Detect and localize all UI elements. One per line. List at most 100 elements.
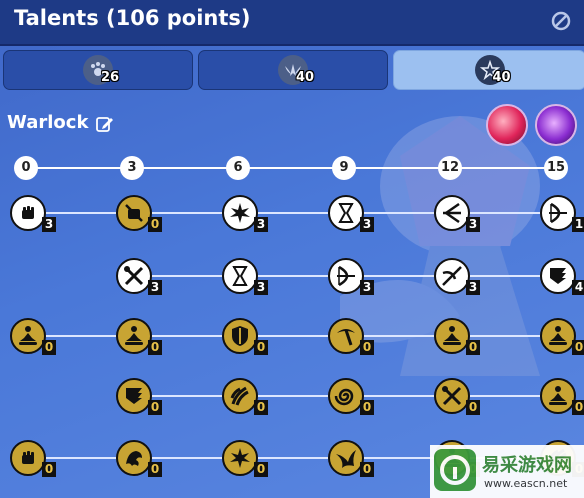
hourglass-icon bbox=[328, 195, 364, 231]
talent-connector bbox=[362, 395, 434, 397]
talent-node[interactable]: 4 bbox=[540, 258, 584, 295]
talent-connector bbox=[44, 212, 116, 214]
talent-node[interactable]: 0 bbox=[116, 440, 162, 477]
tier-line bbox=[30, 167, 560, 169]
talent-node[interactable]: 3 bbox=[434, 195, 480, 232]
talent-connector bbox=[256, 275, 328, 277]
talent-connector bbox=[468, 395, 540, 397]
talent-rank: 0 bbox=[254, 462, 268, 477]
swirl-icon bbox=[328, 378, 364, 414]
talent-rank: 3 bbox=[148, 280, 162, 295]
talent-connector bbox=[44, 457, 116, 459]
watermark-name: 易采游戏网 bbox=[482, 455, 572, 476]
talent-connector bbox=[256, 457, 328, 459]
talent-node[interactable]: 0 bbox=[434, 318, 480, 355]
tab-points: 40 bbox=[492, 70, 511, 85]
talent-rank: 0 bbox=[466, 400, 480, 415]
talent-node[interactable]: 3 bbox=[222, 195, 268, 232]
talent-node[interactable]: 0 bbox=[434, 378, 480, 415]
talent-connector bbox=[362, 335, 434, 337]
title-bar: Talents (106 points) bbox=[0, 0, 584, 46]
talent-node[interactable]: 0 bbox=[10, 440, 56, 477]
talent-rank: 0 bbox=[360, 400, 374, 415]
talent-rank: 3 bbox=[466, 280, 480, 295]
talent-node[interactable]: 3 bbox=[328, 258, 374, 295]
ability-orb-icon[interactable] bbox=[486, 104, 528, 146]
close-icon[interactable] bbox=[550, 10, 572, 32]
tier-marker: 0 bbox=[14, 156, 38, 180]
talent-rank: 1 bbox=[572, 217, 584, 232]
tier-marker: 3 bbox=[120, 156, 144, 180]
meditate-icon bbox=[540, 318, 576, 354]
talent-node[interactable]: 3 bbox=[116, 258, 162, 295]
talent-connector bbox=[468, 275, 540, 277]
talent-rank: 0 bbox=[254, 400, 268, 415]
pickaxe-icon bbox=[328, 318, 364, 354]
explosion-icon bbox=[222, 440, 258, 476]
talent-rank: 0 bbox=[360, 462, 374, 477]
talent-rank: 3 bbox=[254, 217, 268, 232]
watermark: 易采游戏网 www.eascn.net bbox=[430, 445, 584, 498]
tab-points: 40 bbox=[296, 70, 315, 85]
talent-node[interactable]: 0 bbox=[328, 440, 374, 477]
talent-rank: 0 bbox=[42, 340, 56, 355]
tab-points: 26 bbox=[101, 70, 120, 85]
tier-marker: 6 bbox=[226, 156, 250, 180]
talent-node[interactable]: 0 bbox=[116, 195, 162, 232]
page-title: Talents (106 points) bbox=[14, 6, 251, 30]
talent-connector bbox=[150, 395, 222, 397]
meditate-icon bbox=[116, 318, 152, 354]
tab-spec-1[interactable]: 26 bbox=[3, 50, 193, 90]
talent-connector bbox=[256, 335, 328, 337]
talent-node[interactable]: 3 bbox=[222, 258, 268, 295]
talent-connector bbox=[256, 395, 328, 397]
crossbow-icon bbox=[434, 258, 470, 294]
talent-rank: 0 bbox=[42, 462, 56, 477]
ability-orb-icon[interactable] bbox=[535, 104, 577, 146]
talent-node[interactable]: 0 bbox=[222, 318, 268, 355]
talent-node[interactable]: 0 bbox=[222, 440, 268, 477]
fist-icon bbox=[10, 195, 46, 231]
hourglass-icon bbox=[222, 258, 258, 294]
hero-background-art bbox=[340, 116, 540, 376]
talent-rank: 3 bbox=[466, 217, 480, 232]
explosion-icon bbox=[222, 195, 258, 231]
talent-node[interactable]: 0 bbox=[540, 378, 584, 415]
wing-banner-icon bbox=[116, 378, 152, 414]
talent-connector bbox=[362, 275, 434, 277]
watermark-logo bbox=[434, 449, 476, 491]
tab-spec-3[interactable]: 40 bbox=[393, 50, 584, 90]
talent-node[interactable]: 3 bbox=[328, 195, 374, 232]
shield-icon bbox=[222, 318, 258, 354]
talent-rank: 3 bbox=[360, 280, 374, 295]
meditate-icon bbox=[540, 378, 576, 414]
talent-rank: 4 bbox=[572, 280, 584, 295]
talent-connector bbox=[44, 335, 116, 337]
talent-node[interactable]: 0 bbox=[116, 318, 162, 355]
talent-connector bbox=[362, 212, 434, 214]
watermark-url: www.eascn.net bbox=[484, 477, 568, 490]
talent-node[interactable]: 0 bbox=[10, 318, 56, 355]
talent-connector bbox=[256, 212, 328, 214]
tools-icon bbox=[116, 258, 152, 294]
talent-node[interactable]: 0 bbox=[116, 378, 162, 415]
talent-node[interactable]: 0 bbox=[328, 378, 374, 415]
talent-node[interactable]: 0 bbox=[540, 318, 584, 355]
edit-icon[interactable] bbox=[96, 115, 114, 133]
talent-node[interactable]: 3 bbox=[434, 258, 480, 295]
beast-icon bbox=[116, 440, 152, 476]
talent-rank: 0 bbox=[148, 462, 162, 477]
arrow-spread-icon bbox=[434, 195, 470, 231]
talent-rank: 3 bbox=[360, 217, 374, 232]
talent-rank: 3 bbox=[254, 280, 268, 295]
talent-connector bbox=[468, 335, 540, 337]
talent-node[interactable]: 0 bbox=[222, 378, 268, 415]
talent-node[interactable]: 3 bbox=[10, 195, 56, 232]
talent-rank: 0 bbox=[572, 340, 584, 355]
tab-spec-2[interactable]: 40 bbox=[198, 50, 388, 90]
claw-icon bbox=[222, 378, 258, 414]
bow-icon bbox=[328, 258, 364, 294]
talent-connector bbox=[468, 212, 540, 214]
talent-node[interactable]: 0 bbox=[328, 318, 374, 355]
talent-node[interactable]: 1 bbox=[540, 195, 584, 232]
